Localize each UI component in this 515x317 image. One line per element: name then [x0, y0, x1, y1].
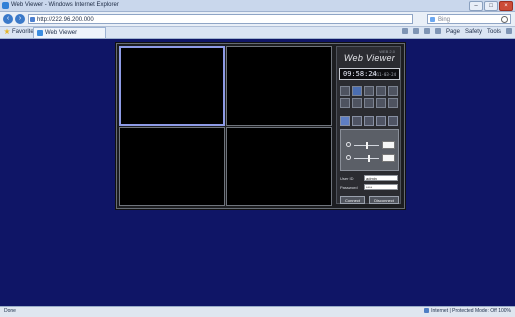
viewer-title: Web Viewer: [343, 53, 396, 63]
navigation-bar: ‹ › http://222.96.200.000 Bing: [0, 12, 515, 27]
disconnect-button[interactable]: Disconnect: [369, 196, 399, 204]
address-bar[interactable]: http://222.96.200.000: [28, 14, 413, 24]
search-icon[interactable]: [501, 16, 508, 23]
camera-button-3[interactable]: [364, 86, 374, 96]
camera-2-view[interactable]: [226, 46, 332, 126]
print-button[interactable]: [434, 28, 441, 37]
tools-menu[interactable]: Tools: [487, 28, 501, 37]
ie-icon: [2, 2, 9, 9]
favorites-button[interactable]: Favorites: [4, 28, 37, 37]
browser-tab[interactable]: Web Viewer: [33, 27, 106, 38]
image-adjustment-panel: [340, 129, 399, 171]
status-bar: Done Internet | Protected Mode: Off 100%: [0, 306, 515, 317]
layout-16-button[interactable]: [376, 116, 386, 126]
address-text: http://222.96.200.000: [37, 17, 94, 23]
login-panel: User ID admin Password **** Connect Disc…: [340, 175, 399, 205]
home-button[interactable]: [401, 28, 408, 37]
tab-title: Web Viewer: [45, 30, 78, 36]
close-button[interactable]: ×: [499, 1, 513, 11]
window-title: Web Viewer - Windows Internet Explorer: [11, 2, 119, 8]
camera-select-grid: [340, 86, 399, 110]
mail-icon: [423, 28, 430, 35]
search-provider-icon: [430, 17, 435, 22]
layout-fullscreen-button[interactable]: [388, 116, 398, 126]
brightness-value-box: [382, 141, 395, 149]
status-text: Done: [4, 308, 16, 314]
camera-1-view[interactable]: [119, 46, 225, 126]
page-menu[interactable]: Page: [446, 28, 460, 37]
clock-date: 2011-03-24: [371, 72, 396, 77]
brightness-thumb[interactable]: [366, 142, 368, 149]
help-button[interactable]: [506, 28, 512, 37]
zoom-level[interactable]: 100%: [498, 308, 511, 314]
user-id-input[interactable]: admin: [364, 175, 398, 181]
browser-chrome: Web Viewer - Windows Internet Explorer –…: [0, 0, 515, 39]
minimize-button[interactable]: –: [469, 1, 483, 11]
contrast-slider[interactable]: [354, 158, 379, 159]
feeds-button[interactable]: [412, 28, 419, 37]
status-right: Internet | Protected Mode: Off 100%: [424, 308, 511, 314]
contrast-icon: [346, 155, 351, 160]
search-placeholder: Bing: [438, 17, 451, 23]
maximize-button[interactable]: □: [484, 1, 498, 11]
password-input[interactable]: ****: [364, 184, 398, 190]
clock-display: 09:58:24 2011-03-24: [339, 68, 400, 80]
mail-button[interactable]: [423, 28, 430, 37]
print-icon: [434, 28, 441, 35]
window-controls: – □ ×: [469, 1, 513, 11]
home-icon: [401, 28, 408, 35]
camera-button-7[interactable]: [352, 98, 362, 108]
back-button[interactable]: ‹: [3, 14, 13, 24]
control-panel: WEB 2.0 Web Viewer 09:58:24 2011-03-24 U…: [336, 46, 401, 204]
rss-icon: [412, 28, 419, 35]
password-label: Password: [340, 185, 358, 190]
camera-button-10[interactable]: [388, 98, 398, 108]
contrast-value-box: [382, 154, 395, 162]
window-titlebar: Web Viewer - Windows Internet Explorer –…: [0, 0, 515, 12]
star-icon: [4, 28, 10, 35]
camera-button-6[interactable]: [340, 98, 350, 108]
camera-3-view[interactable]: [119, 127, 225, 206]
connect-button[interactable]: Connect: [340, 196, 365, 204]
user-id-label: User ID: [340, 176, 354, 181]
layout-1-button[interactable]: [352, 116, 362, 126]
forward-button[interactable]: ›: [15, 14, 25, 24]
web-viewer-window: WEB 2.0 Web Viewer 09:58:24 2011-03-24 U…: [116, 43, 405, 209]
camera-button-1[interactable]: [340, 86, 350, 96]
camera-4-view[interactable]: [226, 127, 332, 206]
help-icon: [506, 28, 512, 35]
layout-quad-button[interactable]: [340, 116, 350, 126]
layout-9-button[interactable]: [364, 116, 374, 126]
security-zone: Internet | Protected Mode: Off: [431, 308, 497, 314]
tab-page-icon: [37, 30, 43, 36]
contrast-row: [341, 152, 400, 164]
page-icon: [30, 17, 35, 22]
camera-button-4[interactable]: [376, 86, 386, 96]
safety-menu[interactable]: Safety: [465, 28, 482, 37]
contrast-thumb[interactable]: [368, 155, 370, 162]
camera-button-2[interactable]: [352, 86, 362, 96]
brightness-icon: [346, 142, 351, 147]
camera-button-8[interactable]: [364, 98, 374, 108]
command-bar: Page Safety Tools: [401, 28, 512, 37]
favorites-bar: Favorites Web Viewer Page Safety Tools: [0, 27, 515, 39]
camera-button-9[interactable]: [376, 98, 386, 108]
camera-grid: [119, 46, 332, 206]
layout-selector: [340, 116, 399, 126]
search-box[interactable]: Bing: [427, 14, 511, 24]
camera-button-5[interactable]: [388, 86, 398, 96]
globe-icon: [424, 308, 430, 314]
brightness-row: [341, 139, 400, 151]
